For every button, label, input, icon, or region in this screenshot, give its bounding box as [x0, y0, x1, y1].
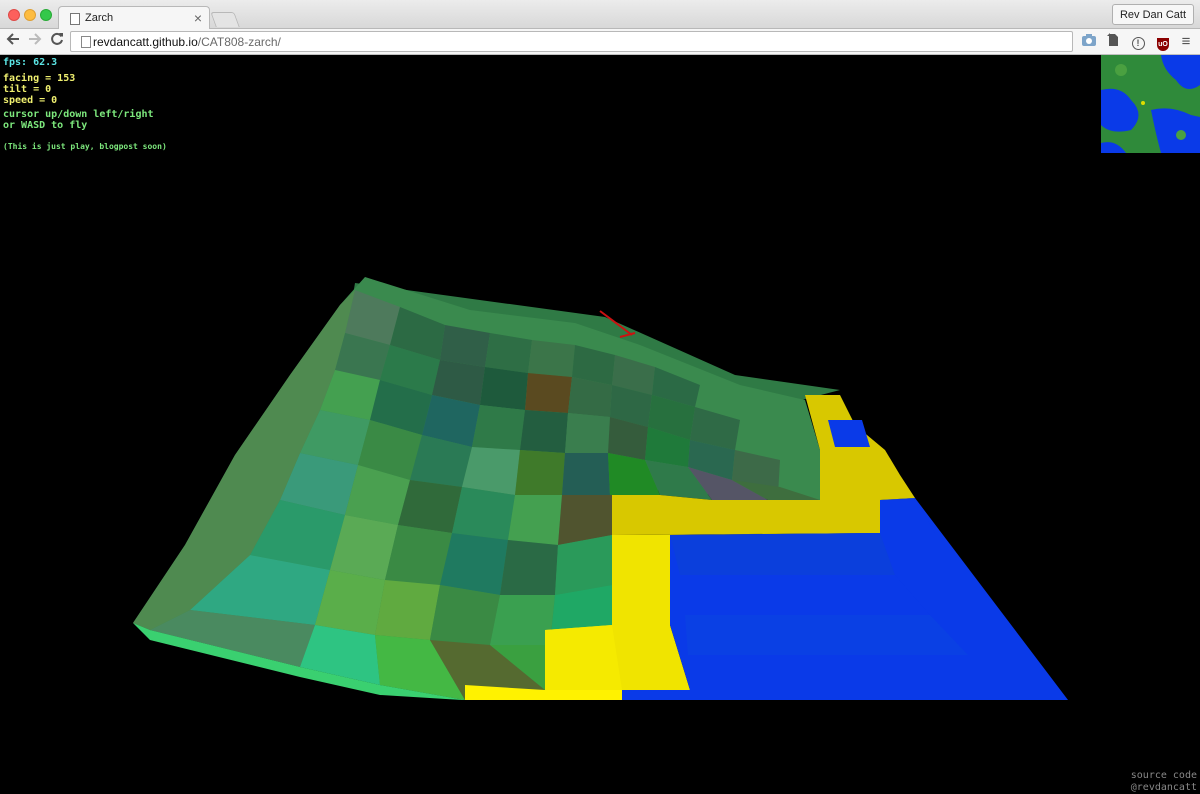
minimize-window-button[interactable]: [24, 9, 36, 21]
maximize-window-button[interactable]: [40, 9, 52, 21]
minimap: [1101, 55, 1200, 153]
fps-counter: fps: 62.3: [3, 57, 58, 68]
ublock-icon[interactable]: uO: [1153, 32, 1173, 52]
profile-button[interactable]: Rev Dan Catt: [1111, 4, 1194, 25]
browser-toolbar: revdancatt.github.io/CAT808-zarch/ ! uO …: [0, 29, 1200, 55]
tab-title: Zarch: [85, 12, 114, 24]
back-arrow-icon[interactable]: [3, 32, 23, 52]
controls-help-line-1: cursor up/down left/right: [3, 109, 154, 120]
address-bar[interactable]: revdancatt.github.io/CAT808-zarch/: [70, 31, 1073, 52]
new-tab-button[interactable]: [210, 12, 240, 27]
play-note: (This is just play, blogpost soon): [3, 142, 167, 151]
document-icon: [70, 13, 80, 25]
facing-readout: facing = 153: [3, 73, 76, 84]
controls-help-line-2: or WASD to fly: [3, 120, 88, 131]
url-text: revdancatt.github.io/CAT808-zarch/: [93, 35, 281, 49]
camera-icon[interactable]: [1079, 32, 1099, 52]
hamburger-menu-icon[interactable]: ≡: [1176, 32, 1196, 52]
reload-icon[interactable]: [47, 32, 67, 52]
tab-zarch[interactable]: Zarch ×: [58, 6, 210, 30]
speed-readout: speed = 0: [3, 95, 58, 106]
tilt-readout: tilt = 0: [3, 84, 52, 95]
footer-credit[interactable]: source code @revdancatt: [1131, 770, 1197, 794]
info-icon[interactable]: !: [1128, 32, 1148, 52]
tab-close-icon[interactable]: ×: [194, 10, 202, 26]
author-handle[interactable]: @revdancatt: [1131, 782, 1197, 794]
close-window-button[interactable]: [8, 9, 20, 21]
source-code-link[interactable]: source code: [1131, 770, 1197, 782]
evernote-icon[interactable]: [1103, 32, 1123, 52]
game-canvas[interactable]: fps: 62.3 facing = 153 tilt = 0 speed = …: [0, 55, 1200, 794]
forward-arrow-icon[interactable]: [25, 32, 45, 52]
page-info-icon[interactable]: [81, 36, 91, 48]
terrain-landscape: [133, 277, 1068, 700]
title-bar: Zarch × Rev Dan Catt: [0, 0, 1200, 30]
